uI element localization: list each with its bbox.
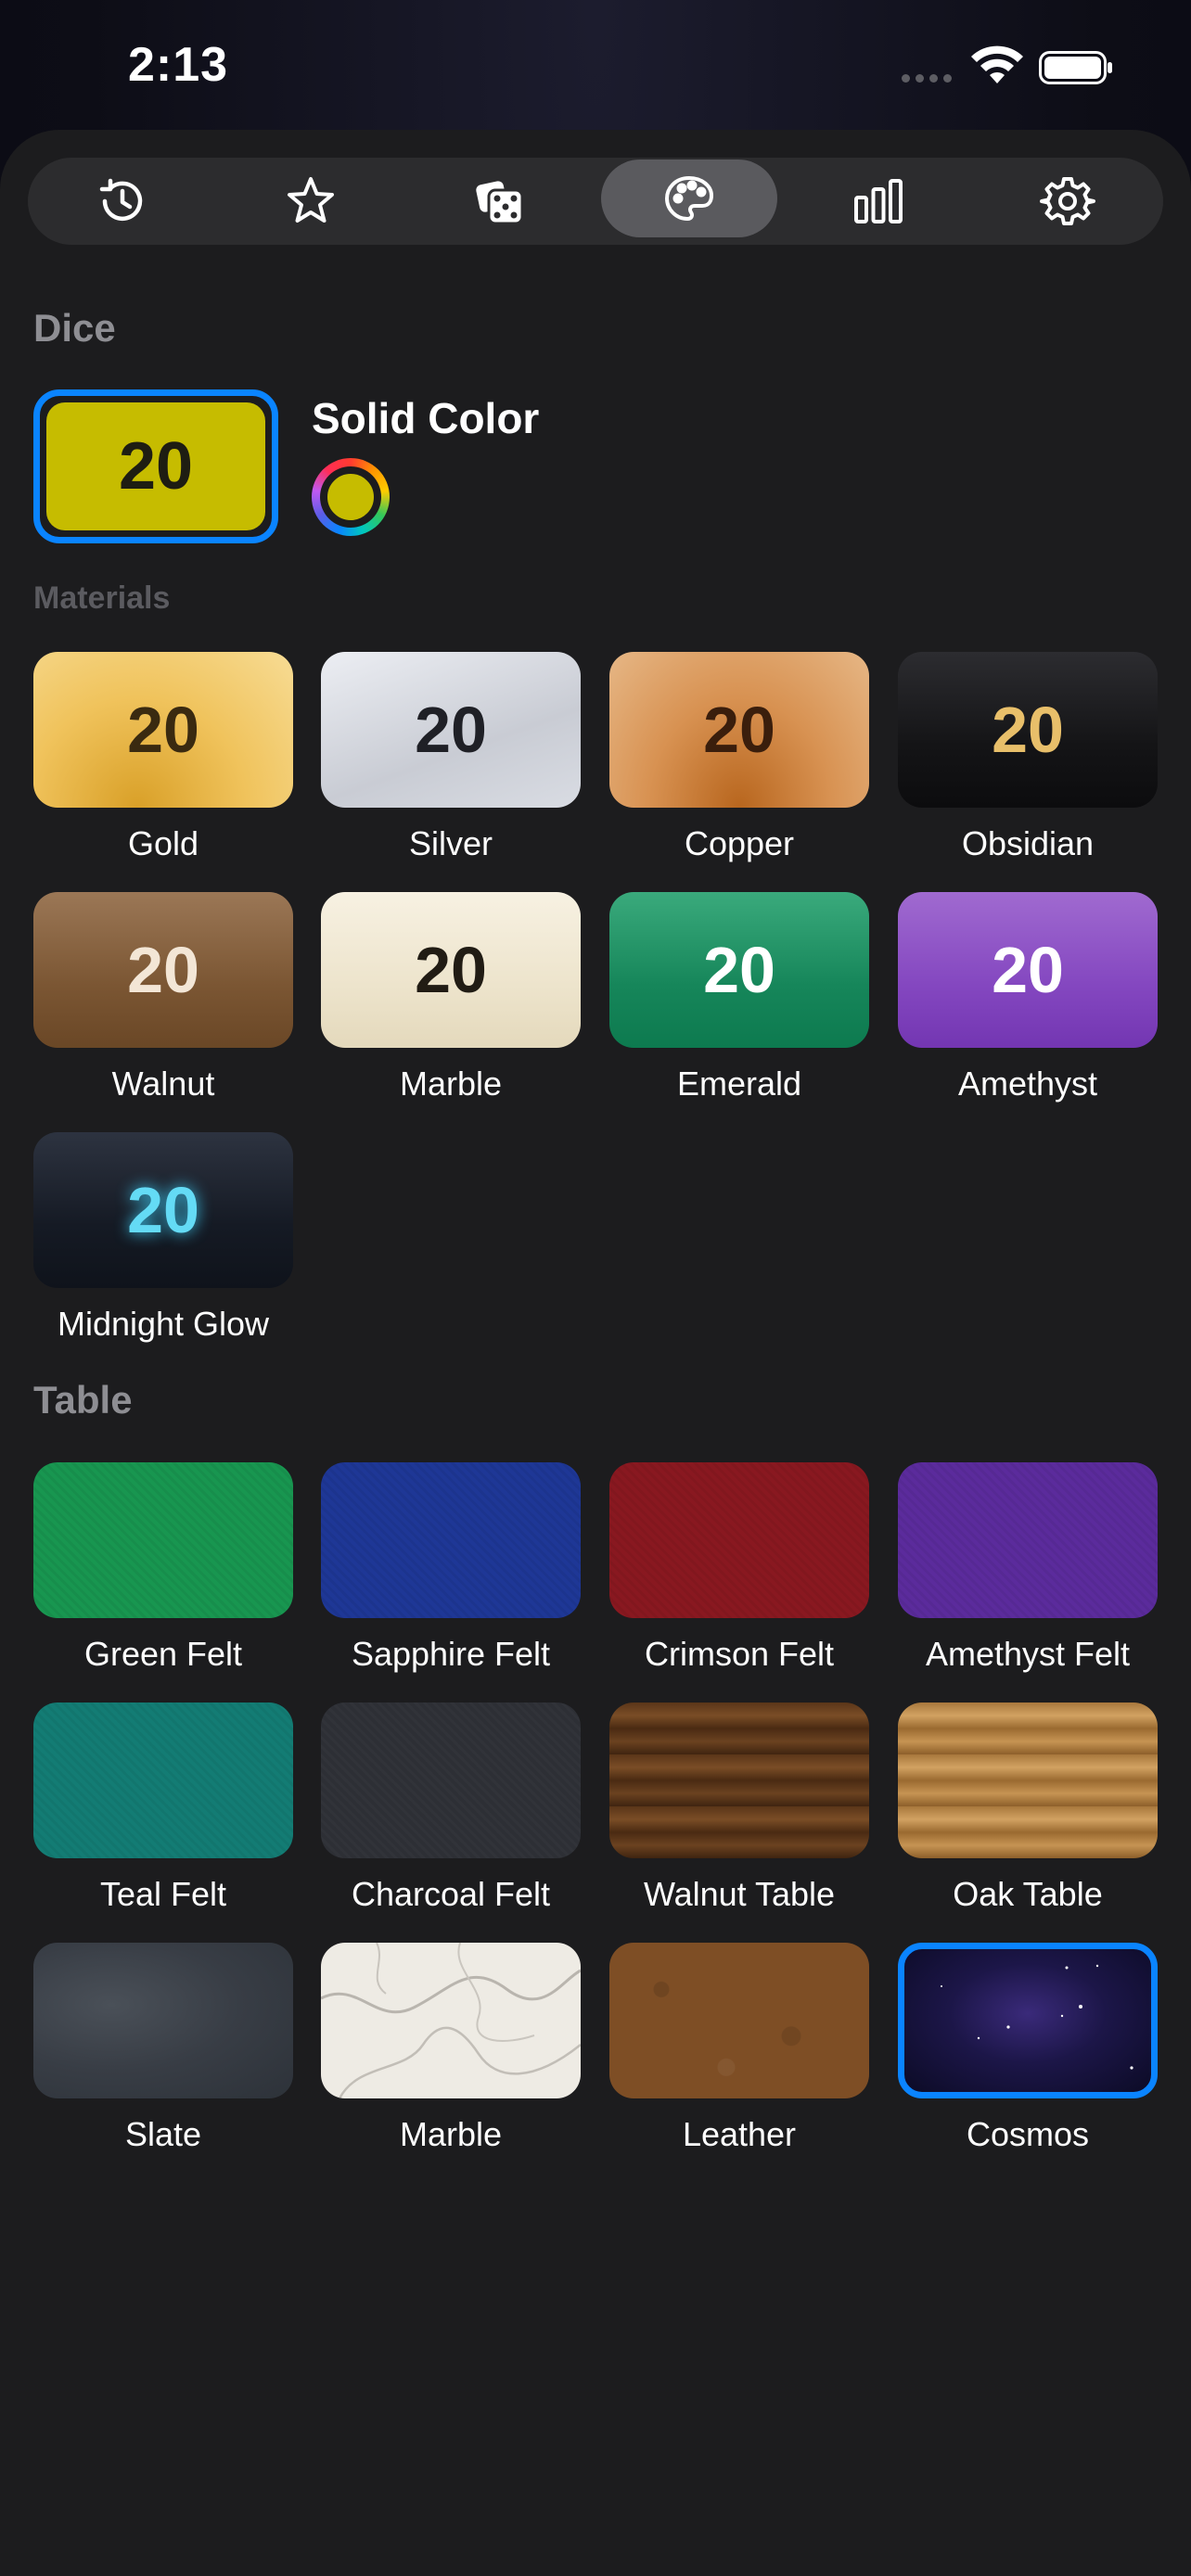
dice-section-title: Dice [33, 306, 116, 350]
material-walnut[interactable]: 20 Walnut [33, 892, 293, 1103]
table-label: Teal Felt [99, 1875, 227, 1913]
table-sapphire-felt[interactable]: Sapphire Felt [321, 1462, 581, 1674]
teal-felt-swatch [33, 1702, 293, 1858]
table-label: Slate [124, 2115, 202, 2153]
sapphire-felt-swatch [321, 1462, 581, 1618]
tab-appearance[interactable] [601, 159, 777, 237]
table-green-felt[interactable]: Green Felt [33, 1462, 293, 1674]
table-label: Charcoal Felt [351, 1875, 551, 1913]
table-walnut-table[interactable]: Walnut Table [609, 1702, 869, 1914]
wifi-icon [971, 45, 1023, 83]
tab-dice[interactable] [412, 158, 588, 245]
material-label: Emerald [676, 1065, 802, 1103]
table-label: Marble [399, 2115, 503, 2153]
stars-graphic [941, 1964, 1133, 2070]
material-label: Amethyst [957, 1065, 1098, 1103]
table-amethyst-felt[interactable]: Amethyst Felt [898, 1462, 1158, 1674]
tab-favorites[interactable] [223, 158, 399, 245]
table-crimson-felt[interactable]: Crimson Felt [609, 1462, 869, 1674]
material-label: Obsidian [961, 824, 1095, 862]
material-label: Silver [408, 824, 493, 862]
status-bar: 2:13 [0, 0, 1191, 130]
materials-section-title: Materials [33, 580, 171, 616]
solid-color-label: Solid Color [312, 394, 540, 442]
gear-icon [1040, 177, 1095, 225]
material-silver[interactable]: 20 Silver [321, 652, 581, 863]
green-felt-swatch [33, 1462, 293, 1618]
material-copper[interactable]: 20 Copper [609, 652, 869, 863]
battery-icon [1039, 51, 1112, 84]
oak-table-swatch [898, 1702, 1158, 1858]
material-obsidian[interactable]: 20 Obsidian [898, 652, 1158, 863]
material-gold-swatch: 20 [33, 652, 293, 808]
table-label: Oak Table [953, 1875, 1103, 1913]
material-label: Copper [684, 824, 795, 862]
table-marble[interactable]: Marble [321, 1943, 581, 2154]
material-label: Marble [399, 1065, 503, 1103]
table-teal-felt[interactable]: Teal Felt [33, 1702, 293, 1914]
material-obsidian-swatch: 20 [898, 652, 1158, 808]
amethyst-felt-swatch [898, 1462, 1158, 1618]
material-walnut-swatch: 20 [33, 892, 293, 1048]
color-picker-button[interactable] [312, 458, 390, 536]
material-midnight-glow[interactable]: 20 Midnight Glow [33, 1132, 293, 1344]
solid-color-dice-swatch[interactable]: 20 [33, 389, 278, 543]
palette-icon [664, 175, 714, 222]
tab-settings[interactable] [980, 158, 1156, 245]
material-gold[interactable]: 20 Gold [33, 652, 293, 863]
charcoal-felt-swatch [321, 1702, 581, 1858]
table-cosmos[interactable]: Cosmos [898, 1943, 1158, 2154]
marble-veins-graphic [321, 1943, 581, 2098]
table-leather[interactable]: Leather [609, 1943, 869, 2154]
material-emerald-swatch: 20 [609, 892, 869, 1048]
leather-swatch [609, 1943, 869, 2098]
cosmos-swatch-selected [898, 1943, 1158, 2098]
material-copper-swatch: 20 [609, 652, 869, 808]
tab-stats[interactable] [790, 158, 967, 245]
table-label: Crimson Felt [644, 1635, 835, 1673]
marble-swatch [321, 1943, 581, 2098]
history-icon [99, 178, 143, 222]
appearance-sheet: Dice 20 Solid Color Materials 20 Gold 20… [0, 130, 1191, 2576]
table-label: Cosmos [966, 2115, 1090, 2153]
table-label: Leather [682, 2115, 797, 2153]
dice-icon [476, 181, 524, 225]
table-charcoal-felt[interactable]: Charcoal Felt [321, 1702, 581, 1914]
table-label: Sapphire Felt [351, 1635, 551, 1673]
material-marble[interactable]: 20 Marble [321, 892, 581, 1103]
material-midnight-glow-swatch: 20 [33, 1132, 293, 1288]
selected-color-dot [325, 471, 377, 523]
material-label: Midnight Glow [57, 1305, 270, 1343]
material-silver-swatch: 20 [321, 652, 581, 808]
material-amethyst-swatch: 20 [898, 892, 1158, 1048]
material-label: Gold [127, 824, 199, 862]
walnut-table-swatch [609, 1702, 869, 1858]
slate-swatch [33, 1943, 293, 2098]
table-section-title: Table [33, 1378, 133, 1422]
bar-chart-icon [854, 179, 903, 223]
crimson-felt-swatch [609, 1462, 869, 1618]
material-label: Walnut [111, 1065, 215, 1103]
cellular-signal-icon [902, 70, 959, 83]
material-emerald[interactable]: 20 Emerald [609, 892, 869, 1103]
table-oak-table[interactable]: Oak Table [898, 1702, 1158, 1914]
material-amethyst[interactable]: 20 Amethyst [898, 892, 1158, 1103]
table-label: Amethyst Felt [925, 1635, 1131, 1673]
table-slate[interactable]: Slate [33, 1943, 293, 2154]
segmented-tab-bar [28, 158, 1163, 245]
table-label: Green Felt [83, 1635, 243, 1673]
table-label: Walnut Table [643, 1875, 836, 1913]
solid-dice-number: 20 [46, 402, 265, 530]
tab-history[interactable] [33, 158, 210, 245]
status-time: 2:13 [128, 38, 229, 92]
star-icon [288, 177, 334, 223]
material-marble-swatch: 20 [321, 892, 581, 1048]
